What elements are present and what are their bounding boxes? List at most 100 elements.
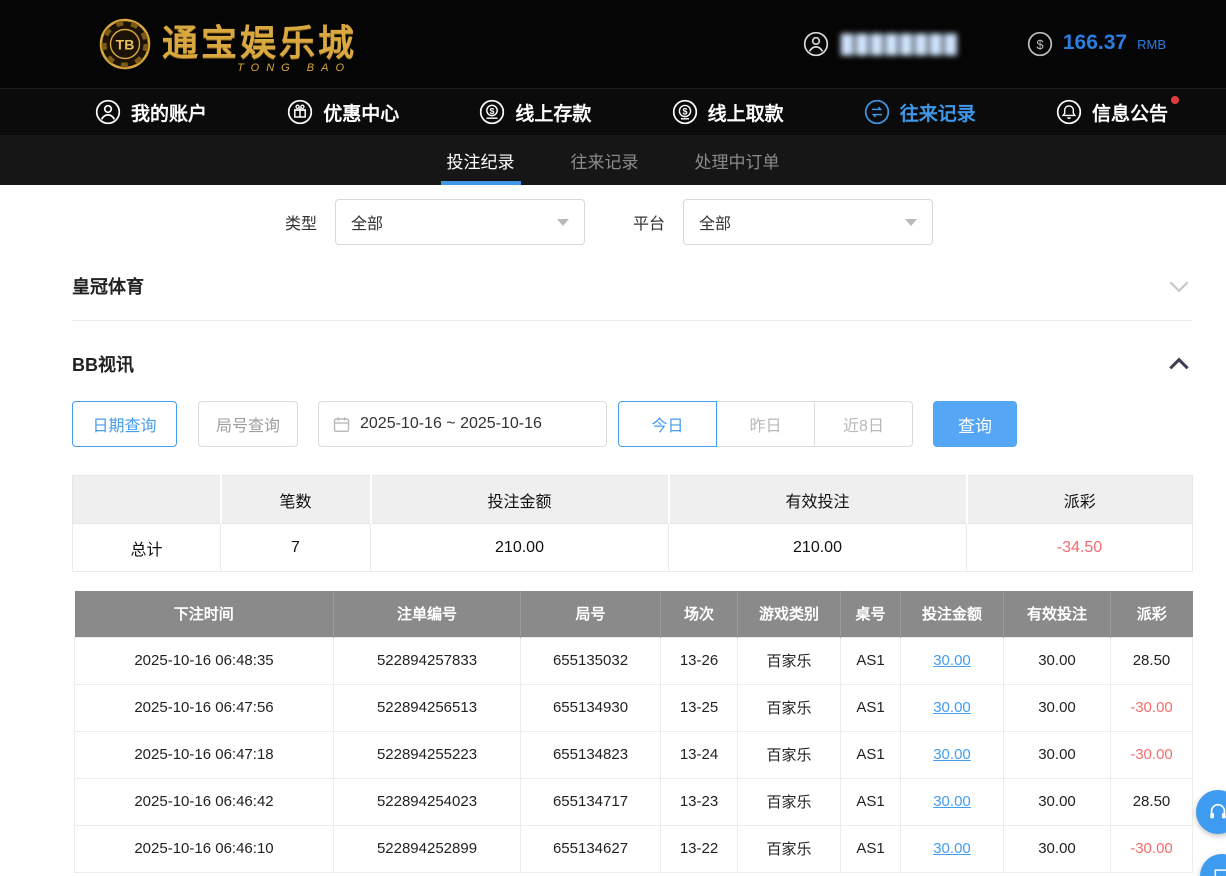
bet-time-cell: 2025-10-16 06:47:18 [75, 731, 334, 778]
table-row: 2025-10-16 06:48:35 522894257833 6551350… [75, 637, 1193, 684]
platform-select-value: 全部 [699, 210, 905, 234]
last-8-days-button[interactable]: 近8日 [814, 401, 913, 447]
account-menu[interactable]: ████████ [803, 31, 969, 57]
nav-item-withdraw[interactable]: $ 线上取款 [672, 99, 784, 126]
summary-header-row: 笔数 投注金额 有效投注 派彩 [73, 476, 1193, 524]
col-bet-amount: 投注金额 [901, 591, 1004, 637]
tab-bet-records[interactable]: 投注纪录 [441, 135, 521, 185]
brand-text: 通宝娱乐城 TONG BAO [162, 14, 357, 74]
main-nav: 我的账户 优惠中心 $ 线上存款 [0, 88, 1226, 135]
chevron-down-icon [557, 219, 569, 226]
valid-bet-cell: 30.00 [1004, 825, 1111, 872]
brand-latin: TONG BAO [237, 62, 357, 74]
round-id-cell: 655134717 [521, 778, 661, 825]
payout-cell: 28.50 [1111, 637, 1193, 684]
bet-amount-link[interactable]: 30.00 [933, 652, 971, 669]
date-query-label: 日期查询 [92, 412, 156, 436]
bet-amount-link[interactable]: 30.00 [933, 793, 971, 810]
col-game-type: 游戏类别 [738, 591, 841, 637]
notification-dot [1171, 96, 1179, 104]
bet-time-cell: 2025-10-16 06:48:35 [75, 637, 334, 684]
date-range-input[interactable]: 2025-10-16 ~ 2025-10-16 [318, 401, 607, 447]
valid-bet-cell: 30.00 [1004, 637, 1111, 684]
col-table-no: 桌号 [841, 591, 901, 637]
session-cell: 13-23 [661, 778, 738, 825]
table-no-cell: AS1 [841, 778, 901, 825]
section-bb-video[interactable]: BB视讯 [72, 351, 1192, 377]
type-select-value: 全部 [351, 210, 557, 234]
nav-item-promotions[interactable]: 优惠中心 [287, 99, 399, 126]
nav-label: 线上存款 [515, 99, 591, 126]
bet-time-cell: 2025-10-16 06:46:10 [75, 825, 334, 872]
bet-amount-link[interactable]: 30.00 [933, 746, 971, 763]
type-select[interactable]: 全部 [335, 199, 585, 245]
summary-header-payout: 派彩 [967, 476, 1193, 524]
game-type-cell: 百家乐 [738, 825, 841, 872]
bet-time-cell: 2025-10-16 06:46:42 [75, 778, 334, 825]
summary-payout: -34.50 [967, 524, 1193, 572]
nav-label: 信息公告 [1092, 99, 1168, 126]
date-range-value: 2025-10-16 ~ 2025-10-16 [360, 415, 542, 433]
chat-icon [1212, 866, 1226, 876]
nav-label: 我的账户 [131, 99, 207, 126]
platform-filter-label: 平台 [633, 210, 665, 234]
today-button[interactable]: 今日 [618, 401, 717, 447]
table-row: 2025-10-16 06:47:56 522894256513 6551349… [75, 684, 1193, 731]
user-icon [803, 31, 829, 57]
section-title: 皇冠体育 [72, 273, 144, 299]
section-title: BB视讯 [72, 351, 134, 377]
bet-id-cell: 522894254023 [334, 778, 521, 825]
bet-table-header-row: 下注时间 注单编号 局号 场次 游戏类别 桌号 投注金额 有效投注 派彩 [75, 591, 1193, 637]
yesterday-label: 昨日 [749, 412, 781, 436]
summary-bet-amount: 210.00 [371, 524, 669, 572]
bet-id-cell: 522894255223 [334, 731, 521, 778]
game-type-cell: 百家乐 [738, 778, 841, 825]
nav-label: 线上取款 [708, 99, 784, 126]
bet-id-cell: 522894256513 [334, 684, 521, 731]
summary-total-label: 总计 [73, 524, 221, 572]
payout-cell: -30.00 [1111, 731, 1193, 778]
col-payout: 派彩 [1111, 591, 1193, 637]
table-row: 2025-10-16 06:47:18 522894255223 6551348… [75, 731, 1193, 778]
bet-amount-link[interactable]: 30.00 [933, 840, 971, 857]
type-filter-label: 类型 [285, 210, 317, 234]
section-crown-sports[interactable]: 皇冠体育 [72, 273, 1192, 299]
col-bet-id: 注单编号 [334, 591, 521, 637]
nav-item-deposit[interactable]: $ 线上存款 [479, 99, 591, 126]
table-row: 2025-10-16 06:46:42 522894254023 6551347… [75, 778, 1193, 825]
main-content: 类型 全部 平台 全部 皇冠体育 BB视讯 [0, 199, 1226, 873]
nav-item-announcements[interactable]: 信息公告 [1056, 99, 1168, 126]
svg-text:$: $ [490, 106, 495, 116]
gift-icon [287, 99, 313, 125]
round-query-button[interactable]: 局号查询 [198, 401, 298, 447]
bet-records-table: 下注时间 注单编号 局号 场次 游戏类别 桌号 投注金额 有效投注 派彩 202… [74, 591, 1193, 873]
round-query-label: 局号查询 [216, 412, 280, 436]
col-round-id: 局号 [521, 591, 661, 637]
headset-icon [1207, 801, 1226, 823]
nav-item-my-account[interactable]: 我的账户 [95, 99, 207, 126]
payout-cell: 28.50 [1111, 778, 1193, 825]
subtab-label: 处理中订单 [695, 148, 780, 173]
tab-processing-orders[interactable]: 处理中订单 [689, 135, 786, 185]
summary-valid-bet: 210.00 [669, 524, 967, 572]
yesterday-button[interactable]: 昨日 [716, 401, 815, 447]
deposit-coin-icon: $ [479, 99, 505, 125]
chevron-up-icon[interactable] [1166, 351, 1192, 377]
nav-label: 往来记录 [900, 99, 976, 126]
subtab-label: 往来记录 [571, 148, 639, 173]
chevron-down-icon[interactable] [1166, 273, 1192, 299]
brand-logo[interactable]: TB 通宝娱乐城 TONG BAO [98, 14, 357, 74]
svg-text:$: $ [682, 107, 687, 117]
bet-amount-link[interactable]: 30.00 [933, 699, 971, 716]
col-valid-bet: 有效投注 [1004, 591, 1111, 637]
poker-chip-icon: TB [98, 17, 152, 71]
calendar-icon [333, 416, 350, 433]
records-icon [864, 99, 890, 125]
search-button[interactable]: 查询 [933, 401, 1017, 447]
date-query-button[interactable]: 日期查询 [72, 401, 177, 447]
tab-transaction-records[interactable]: 往来记录 [565, 135, 645, 185]
col-bet-time: 下注时间 [75, 591, 334, 637]
platform-select[interactable]: 全部 [683, 199, 933, 245]
nav-item-transaction-records[interactable]: 往来记录 [864, 99, 976, 126]
round-id-cell: 655134627 [521, 825, 661, 872]
